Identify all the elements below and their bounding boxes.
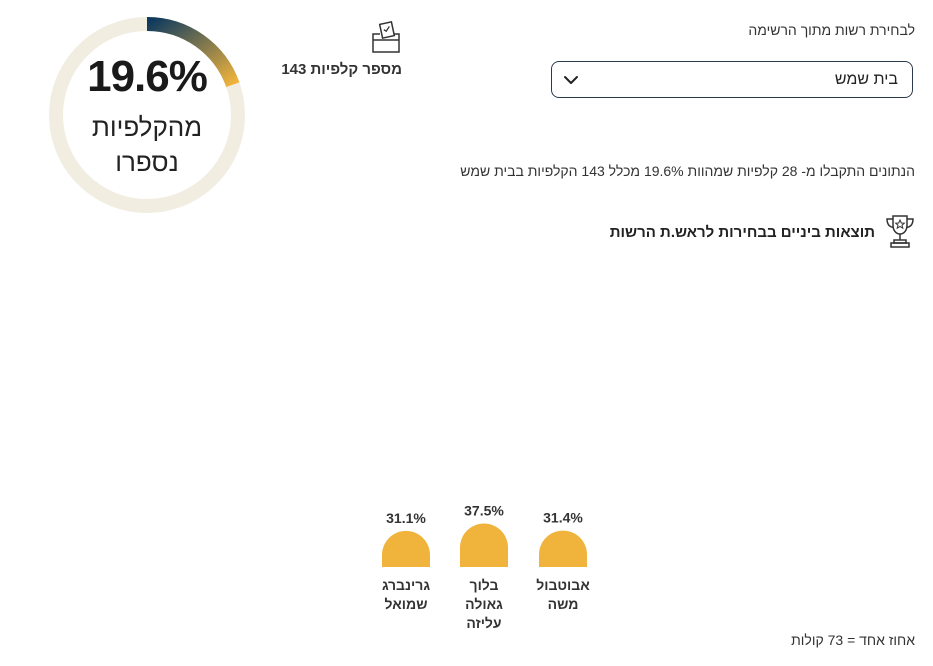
bar-category-label-3: גרינברג שמואל [371,576,441,614]
bar-category-label-line: שמואל [384,596,428,612]
authority-select[interactable]: בית שמש [551,61,913,98]
bar-value-label-3: 31.1% [386,510,426,526]
bar-category-label-line: בלוך גאולה [465,577,503,612]
bar-1 [539,530,587,567]
ballot-box-icon [372,21,400,53]
trophy-icon [886,215,914,248]
counted-caption: מהקלפיות נספרו [48,110,246,180]
bar-category-label-line: משה [547,596,579,612]
results-title: תוצאות ביניים בבחירות לראש.ת הרשות [609,224,875,241]
bar-category-label-line: עליזה [466,615,502,631]
ballots-count: מספר קלפיות 143 [281,61,402,78]
results-bar-chart: 31.4% 37.5% 31.1% אבוטבול משה בלוך גאולה עליז… [360,440,600,633]
footnote: אחוז אחד = 73 קולות [791,632,915,648]
bar-category-label-1: אבוטבול משה [528,576,598,614]
authority-select-value: בית שמש [834,71,898,88]
bar-value-label-1: 31.4% [543,510,583,526]
bar-category-label-line: אבוטבול [536,577,590,593]
chevron-down-icon[interactable] [562,71,580,89]
chart-svg: 31.4% 37.5% 31.1% [382,503,587,567]
data-info-text: הנתונים התקבלו מ- 28 קלפיות שמהוות 19.6%… [460,163,915,179]
bar-2 [460,523,508,567]
counted-caption-line1: מהקלפיות [91,112,203,142]
selector-label: לבחירת רשות מתוך הרשימה [748,22,915,38]
bar-category-label-line: גרינברג [381,577,431,593]
counted-percent: 19.6% [87,52,208,101]
bar-category-label-2: בלוך גאולה עליזה [449,576,519,633]
bar-3 [382,530,430,567]
counted-caption-line2: נספרו [115,147,179,177]
bar-value-label-2: 37.5% [464,503,504,519]
